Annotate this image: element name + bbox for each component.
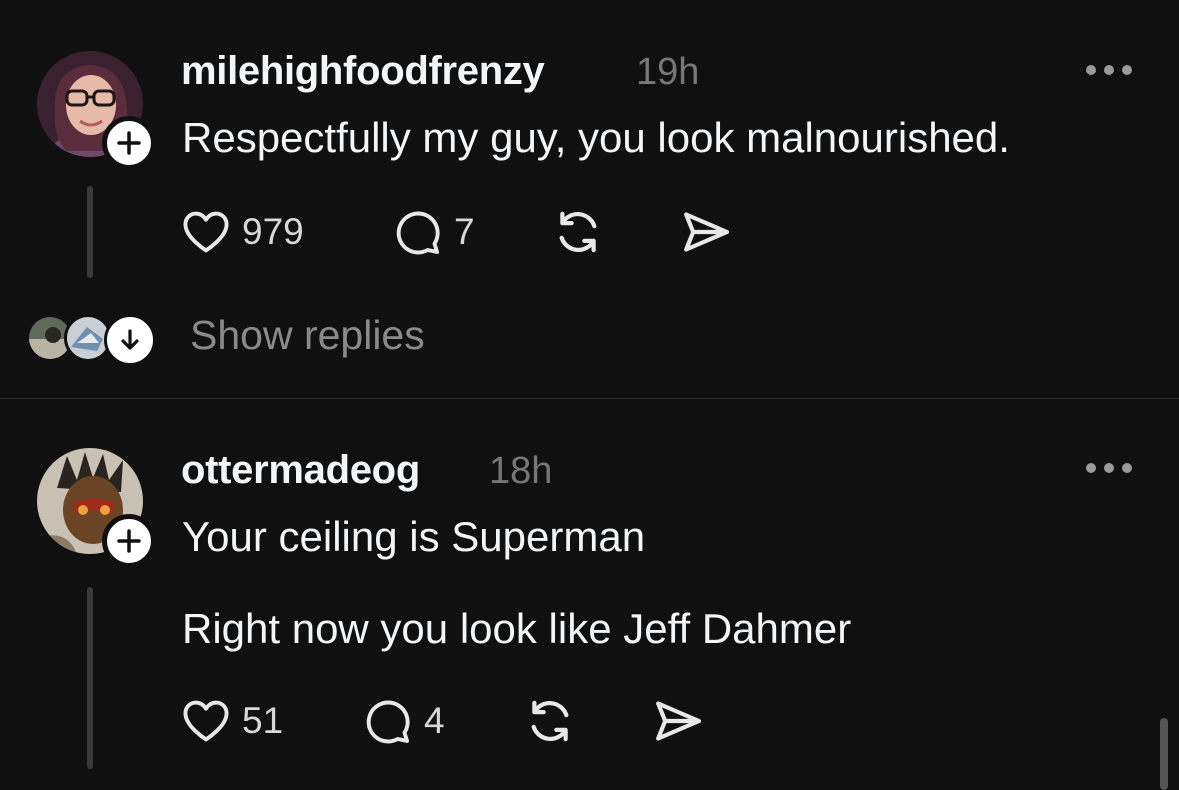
reply-count: 4	[424, 700, 445, 741]
more-horizontal-icon[interactable]	[1083, 460, 1135, 476]
action-bar: 51 4	[180, 693, 720, 749]
post-text-line: Right now you look like Jeff Dahmer	[182, 605, 852, 652]
heart-icon	[183, 211, 229, 253]
reply-button[interactable]: 7	[392, 204, 475, 260]
expand-replies-button[interactable]	[104, 314, 156, 366]
comment-icon	[366, 700, 410, 744]
show-replies-link[interactable]: Show replies	[190, 312, 425, 359]
post-ottermadeog: ottermadeog 18h Your ceiling is Superman…	[0, 399, 1179, 789]
post-text-line: Your ceiling is Superman	[182, 513, 646, 560]
like-button[interactable]: 51	[180, 693, 283, 749]
like-count: 51	[242, 700, 284, 741]
timestamp: 19h	[636, 51, 700, 93]
share-button[interactable]	[678, 204, 734, 260]
send-icon	[656, 701, 702, 741]
thread-line	[87, 186, 93, 278]
follow-button[interactable]	[102, 116, 156, 170]
post-milehighfoodfrenzy: milehighfoodfrenzy 19h Respectfully my g…	[0, 0, 1179, 398]
heart-icon	[183, 700, 229, 742]
repost-button[interactable]	[522, 693, 578, 749]
username[interactable]: milehighfoodfrenzy	[181, 49, 545, 94]
repost-icon	[559, 211, 597, 253]
like-button[interactable]: 979	[180, 204, 304, 260]
thread-line	[87, 587, 93, 769]
send-icon	[684, 212, 730, 252]
scrollbar[interactable]	[1160, 718, 1168, 790]
more-horizontal-icon[interactable]	[1083, 62, 1135, 78]
username[interactable]: ottermadeog	[181, 448, 420, 493]
repost-button[interactable]	[550, 204, 606, 260]
action-bar: 979 7	[180, 204, 740, 260]
reply-button[interactable]: 4	[362, 693, 445, 749]
follow-button[interactable]	[102, 514, 156, 568]
comment-icon	[396, 211, 440, 255]
share-button[interactable]	[650, 693, 706, 749]
reply-count: 7	[454, 211, 475, 252]
plus-icon	[117, 529, 141, 553]
like-count: 979	[242, 211, 304, 252]
post-text: Respectfully my guy, you look malnourish…	[182, 114, 1010, 161]
plus-icon	[117, 131, 141, 155]
arrow-down-icon	[121, 329, 139, 350]
repost-icon	[531, 700, 569, 742]
timestamp: 18h	[489, 450, 553, 492]
